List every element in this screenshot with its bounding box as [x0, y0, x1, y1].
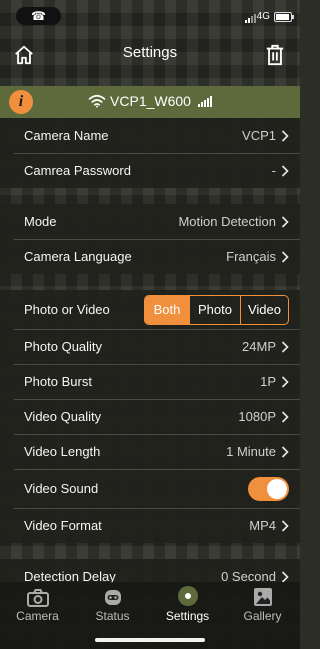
tab-settings[interactable]: Settings [150, 582, 225, 628]
status-bar: ☎ 4G [0, 0, 300, 34]
tab-gallery-label: Gallery [243, 609, 282, 623]
home-indicator[interactable] [95, 638, 205, 642]
tab-status-label: Status [95, 609, 130, 623]
camera-password-label: Camrea Password [24, 163, 131, 178]
wifi-icon [88, 94, 106, 108]
camera-language-value: Français [226, 249, 276, 264]
video-format-row[interactable]: Video Format MP4 [0, 508, 300, 543]
trash-icon [266, 44, 284, 66]
photo-or-video-label: Photo or Video [24, 302, 110, 317]
cellular-signal-icon [245, 13, 256, 23]
tab-camera-label: Camera [16, 609, 59, 623]
chevron-right-icon [281, 570, 289, 583]
phone-icon: ☎ [31, 9, 46, 23]
settings-dot-icon [177, 586, 198, 606]
video-format-label: Video Format [24, 518, 102, 533]
call-indicator[interactable]: ☎ [16, 7, 61, 25]
wifi-connection-bar: i VCP1_W600 [0, 86, 300, 118]
chevron-right-icon [281, 445, 289, 458]
nav-header: Settings [0, 34, 300, 86]
tab-bar: Camera Status Settings Gallery [0, 582, 300, 649]
tab-camera[interactable]: Camera [0, 582, 75, 628]
tab-settings-label: Settings [165, 609, 210, 623]
toggle-knob [267, 478, 287, 499]
camera-password-row[interactable]: Camrea Password - [0, 153, 300, 188]
system-group: Mode Motion Detection Camera Language Fr… [0, 204, 300, 274]
chevron-right-icon [281, 410, 289, 423]
camera-password-value: - [271, 163, 276, 178]
photo-burst-label: Photo Burst [24, 374, 92, 389]
camera-icon [26, 589, 49, 607]
mode-label: Mode [24, 214, 57, 229]
wifi-status: VCP1_W600 [0, 93, 300, 109]
gallery-icon [253, 588, 272, 606]
photo-burst-row[interactable]: Photo Burst 1P [0, 364, 300, 399]
mode-row[interactable]: Mode Motion Detection [0, 204, 300, 239]
mode-value: Motion Detection [178, 214, 276, 229]
tab-status[interactable]: Status [75, 582, 150, 628]
chevron-right-icon [281, 375, 289, 388]
photo-or-video-row: Photo or Video Both Photo Video [0, 290, 300, 329]
camera-name-row[interactable]: Camera Name VCP1 [0, 118, 300, 153]
robot-icon [104, 590, 121, 605]
photo-quality-row[interactable]: Photo Quality 24MP [0, 329, 300, 364]
wifi-ssid: VCP1_W600 [110, 93, 191, 109]
video-quality-label: Video Quality [24, 409, 102, 424]
chevron-right-icon [281, 164, 289, 177]
segment-video[interactable]: Video [240, 295, 288, 324]
signal-strength-icon [197, 95, 212, 107]
chevron-right-icon [281, 250, 289, 263]
video-quality-value: 1080P [238, 409, 276, 424]
camera-language-row[interactable]: Camera Language Français [0, 239, 300, 274]
video-quality-row[interactable]: Video Quality 1080P [0, 399, 300, 434]
photo-burst-value: 1P [260, 374, 276, 389]
chevron-right-icon [281, 215, 289, 228]
segment-photo[interactable]: Photo [189, 295, 240, 324]
video-sound-label: Video Sound [24, 481, 99, 496]
photo-quality-value: 24MP [242, 339, 276, 354]
battery-icon [274, 12, 294, 22]
camera-name-label: Camera Name [24, 128, 109, 143]
chevron-right-icon [281, 519, 289, 532]
video-format-value: MP4 [249, 518, 276, 533]
capture-group: Photo or Video Both Photo Video Photo Qu… [0, 290, 300, 543]
video-length-row[interactable]: Video Length 1 Minute [0, 434, 300, 469]
page-title: Settings [122, 44, 178, 61]
camera-group: Camera Name VCP1 Camrea Password - [0, 118, 300, 188]
camera-language-label: Camera Language [24, 249, 132, 264]
tab-gallery[interactable]: Gallery [225, 582, 300, 628]
video-length-label: Video Length [24, 444, 101, 459]
video-sound-toggle[interactable] [248, 476, 289, 501]
chevron-right-icon [281, 340, 289, 353]
settings-screen: ☎ 4G Settings i VCP1_W600 Camera Name VC… [0, 0, 300, 649]
video-length-value: 1 Minute [226, 444, 276, 459]
delete-button[interactable] [260, 40, 290, 70]
video-sound-row: Video Sound [0, 469, 300, 508]
camera-name-value: VCP1 [242, 128, 276, 143]
settings-list: Camera Name VCP1 Camrea Password - Mode … [0, 118, 300, 594]
network-type: 4G [256, 11, 270, 22]
chevron-right-icon [281, 129, 289, 142]
photo-quality-label: Photo Quality [24, 339, 103, 354]
capture-mode-segmented-control: Both Photo Video [144, 294, 289, 325]
segment-both[interactable]: Both [145, 295, 189, 324]
